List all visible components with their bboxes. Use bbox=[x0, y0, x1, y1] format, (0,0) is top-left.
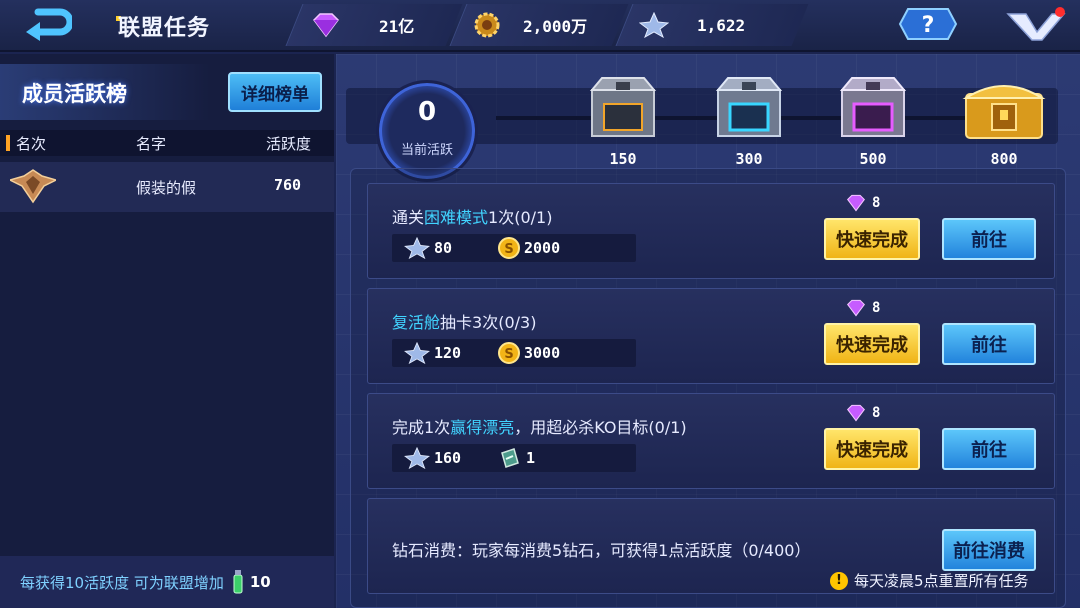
chest-threshold: 150 bbox=[609, 150, 637, 168]
quick-complete-cost: 8 bbox=[844, 404, 880, 422]
back-arrow-icon[interactable] bbox=[20, 8, 72, 42]
reward-token-amount: 120 bbox=[434, 344, 462, 362]
go-spend-button[interactable]: 前往消费 bbox=[942, 529, 1036, 571]
gray-chest-icon[interactable] bbox=[586, 74, 660, 144]
purple-diamond-icon bbox=[847, 299, 865, 317]
task-panel: 0 当前活跃 150 300 500 800 通关困难模式1次(0/1) 80 … bbox=[336, 54, 1080, 608]
column-activity: 活跃度 bbox=[266, 134, 312, 153]
bonus-text: 每获得10活跃度 可为联盟增加 bbox=[20, 573, 224, 592]
chest-threshold: 800 bbox=[990, 150, 1018, 168]
reward-token-amount: 80 bbox=[434, 239, 453, 257]
detail-ranking-button[interactable]: 详细榜单 bbox=[228, 72, 322, 112]
quick-complete-button[interactable]: 快速完成 bbox=[824, 323, 920, 365]
task-list: 通关困难模式1次(0/1) 80 S 2000 8 快速完成 前往 复活舱抽卡3… bbox=[350, 168, 1066, 608]
chest-threshold: 300 bbox=[735, 150, 763, 168]
bonus-value: 10 bbox=[249, 573, 271, 591]
task-description: 完成1次赢得漂亮，用超必杀KO目标(0/1) bbox=[392, 418, 687, 437]
reset-notice-text: 每天凌晨5点重置所有任务 bbox=[854, 572, 1029, 590]
quick-complete-cost: 8 bbox=[844, 299, 880, 317]
task-description: 通关困难模式1次(0/1) bbox=[392, 208, 553, 227]
blue-star-token-icon bbox=[404, 447, 430, 469]
member-activity-panel: 成员活跃榜 详细榜单 名次 名字 活跃度 假装的假 760 每获得10活跃度 可… bbox=[0, 54, 334, 608]
green-bottle-icon bbox=[233, 570, 243, 594]
help-button[interactable]: ? bbox=[898, 7, 958, 41]
diamond-resource: 21亿 bbox=[285, 4, 463, 46]
quick-complete-button[interactable]: 快速完成 bbox=[824, 218, 920, 260]
card-item-icon bbox=[501, 448, 519, 468]
reward-token-amount: 160 bbox=[434, 449, 462, 467]
blue-star-token-icon bbox=[404, 342, 430, 364]
blue-star-token-icon bbox=[404, 237, 430, 259]
blue-chest-icon[interactable] bbox=[712, 74, 786, 144]
top-bar: 联盟任务 21亿 2,000万 1,622 ? bbox=[0, 0, 1080, 52]
gold-coin-icon: S bbox=[498, 237, 520, 259]
gold-coin-icon: S bbox=[498, 342, 520, 364]
quick-complete-cost: 8 bbox=[844, 194, 880, 212]
svg-text:S: S bbox=[504, 242, 513, 257]
task-rewards: 120 S 3000 bbox=[392, 339, 636, 367]
task-description: 复活舱抽卡3次(0/3) bbox=[392, 313, 537, 332]
task-description: 钻石消费：玩家每消费5钻石，可获得1点活跃度（0/400） bbox=[392, 541, 811, 560]
current-activity-dial: 0 当前活跃 bbox=[376, 80, 478, 182]
member-name: 假装的假 bbox=[136, 179, 197, 197]
bronze-rank-badge-icon bbox=[10, 169, 56, 204]
activity-bonus-info: 每获得10活跃度 可为联盟增加 10 bbox=[0, 556, 334, 608]
gold-chest-icon[interactable] bbox=[962, 74, 1046, 144]
gold-resource: 2,000万 bbox=[449, 4, 629, 46]
member-activity: 760 bbox=[274, 176, 302, 194]
ranking-table-header: 名次 名字 活跃度 bbox=[0, 130, 334, 156]
token-resource: 1,622 bbox=[615, 4, 809, 46]
header-marker bbox=[6, 135, 10, 151]
task-item: 完成1次赢得漂亮，用超必杀KO目标(0/1) 160 1 8 快速完成 前往 bbox=[367, 393, 1055, 489]
reward-item-amount: 1 bbox=[526, 449, 536, 467]
quick-complete-button[interactable]: 快速完成 bbox=[824, 428, 920, 470]
purple-diamond-icon bbox=[847, 194, 865, 212]
task-rewards: 80 S 2000 bbox=[392, 234, 636, 262]
chest-threshold: 500 bbox=[859, 150, 887, 168]
task-item: 通关困难模式1次(0/1) 80 S 2000 8 快速完成 前往 bbox=[367, 183, 1055, 279]
task-item: 复活舱抽卡3次(0/3) 120 S 3000 8 快速完成 前往 bbox=[367, 288, 1055, 384]
column-name: 名字 bbox=[136, 134, 167, 153]
go-button[interactable]: 前往 bbox=[942, 218, 1036, 260]
warning-icon: ! bbox=[830, 571, 848, 590]
purple-chest-icon[interactable] bbox=[836, 74, 910, 144]
reward-coin-amount: 2000 bbox=[524, 239, 561, 257]
task-highlight: 困难模式 bbox=[424, 208, 489, 227]
gold-gear-coin-icon bbox=[474, 12, 500, 38]
column-rank: 名次 bbox=[16, 134, 47, 153]
svg-text:S: S bbox=[504, 347, 513, 362]
reset-notice: ! 每天凌晨5点重置所有任务 bbox=[830, 570, 1029, 591]
current-activity-label: 当前活跃 bbox=[400, 143, 453, 158]
task-rewards: 160 1 bbox=[392, 444, 636, 472]
go-button[interactable]: 前往 bbox=[942, 323, 1036, 365]
task-highlight: 赢得漂亮 bbox=[450, 418, 515, 437]
current-activity-value: 0 bbox=[417, 97, 437, 127]
reward-coin-amount: 3000 bbox=[524, 344, 561, 362]
task-highlight: 复活舱 bbox=[392, 313, 441, 332]
panel-title: 成员活跃榜 bbox=[22, 82, 127, 106]
page-title: 联盟任务 bbox=[118, 16, 211, 41]
blue-star-token-icon bbox=[639, 12, 669, 38]
v-menu-icon[interactable] bbox=[1006, 6, 1068, 42]
table-row[interactable]: 假装的假 760 bbox=[0, 162, 334, 212]
purple-diamond-icon bbox=[313, 13, 339, 38]
go-button[interactable]: 前往 bbox=[942, 428, 1036, 470]
purple-diamond-icon bbox=[847, 404, 865, 422]
help-icon: ? bbox=[922, 13, 935, 38]
